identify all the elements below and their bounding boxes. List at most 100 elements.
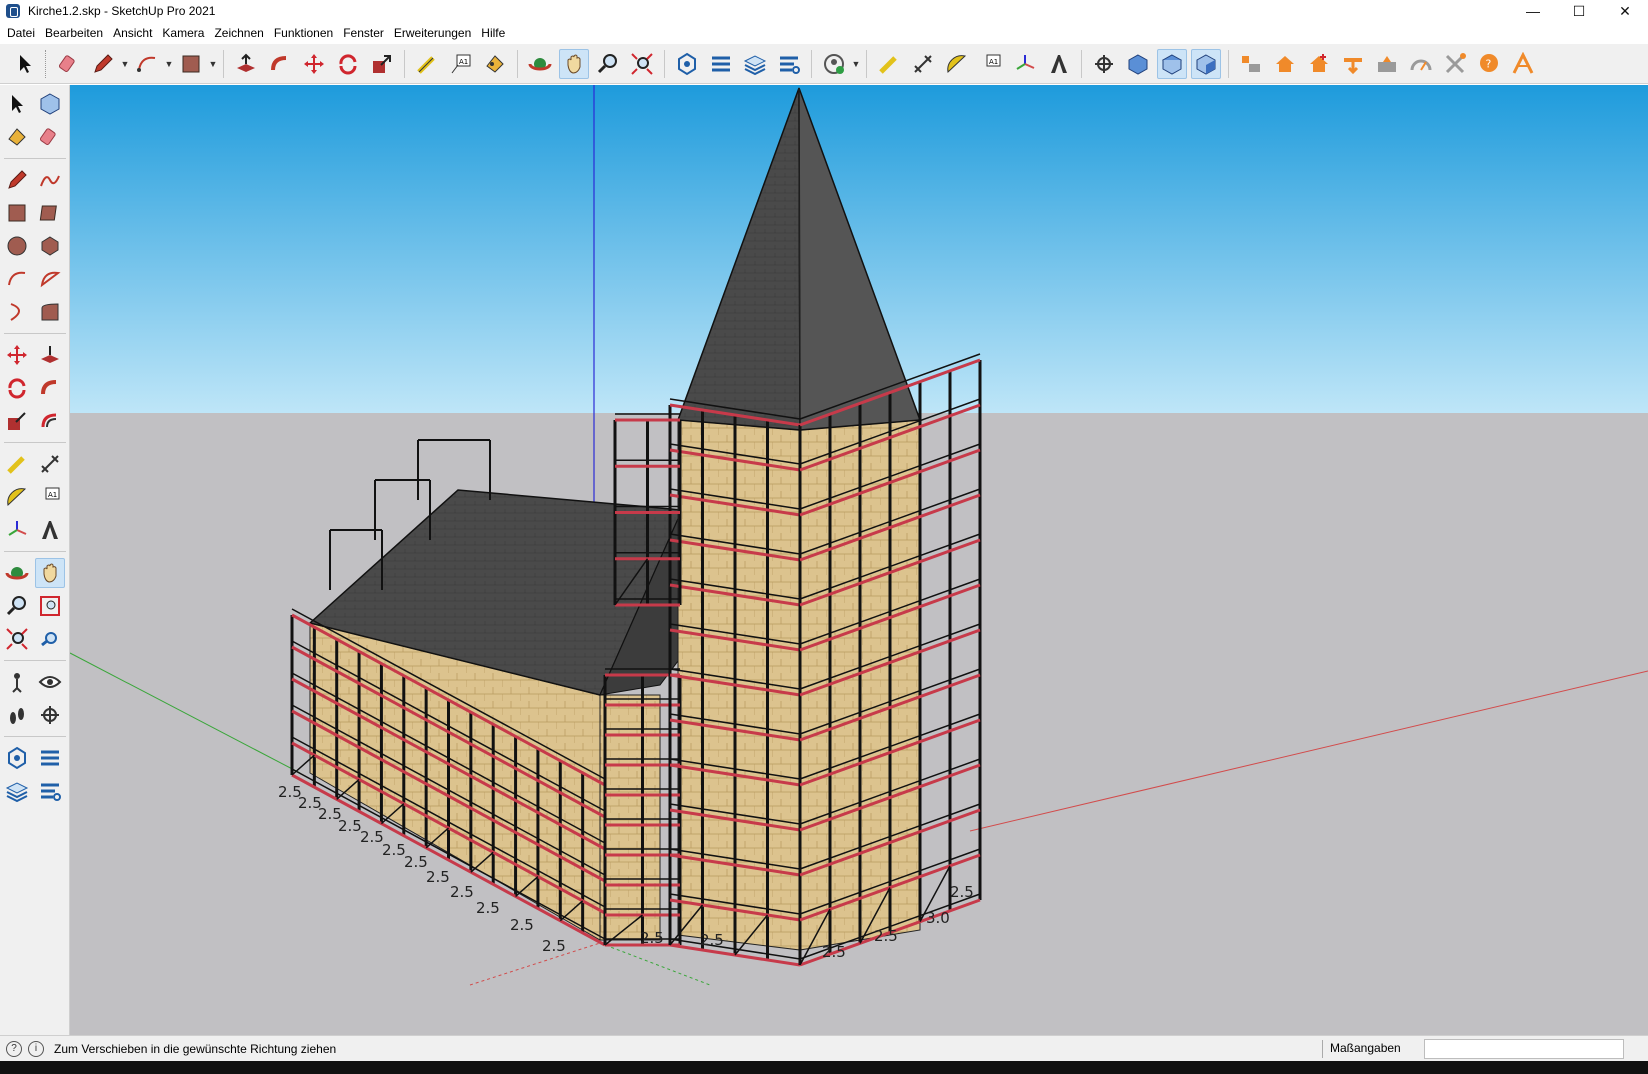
- polygon-icon[interactable]: [35, 231, 65, 261]
- addon-1-icon[interactable]: [1236, 49, 1266, 79]
- tape-icon[interactable]: [2, 449, 32, 479]
- layers-icon[interactable]: [740, 49, 770, 79]
- help-icon[interactable]: ?: [6, 1040, 22, 1057]
- close-button[interactable]: ✕: [1602, 0, 1648, 22]
- measure-icon[interactable]: [874, 49, 904, 79]
- position-camera-icon[interactable]: [2, 667, 32, 697]
- offset2-icon[interactable]: [35, 406, 65, 436]
- addon-9-icon[interactable]: [1508, 49, 1538, 79]
- warehouse-icon[interactable]: [672, 49, 702, 79]
- pushpull-icon[interactable]: [231, 49, 261, 79]
- arc-icon[interactable]: [2, 264, 32, 294]
- menu-funktionen[interactable]: Funktionen: [269, 22, 338, 44]
- minimize-button[interactable]: —: [1510, 0, 1556, 22]
- view-front-icon[interactable]: [1191, 48, 1221, 79]
- pan-icon[interactable]: [35, 558, 65, 588]
- user-dropdown-icon[interactable]: ▼: [851, 59, 861, 69]
- menu-ansicht[interactable]: Ansicht: [108, 22, 157, 44]
- rotate-icon[interactable]: [2, 373, 32, 403]
- text-icon[interactable]: A1: [446, 49, 476, 79]
- rotated-rectangle-icon[interactable]: [35, 198, 65, 228]
- select-icon[interactable]: [10, 49, 40, 79]
- rectangle-dropdown-icon[interactable]: ▼: [208, 59, 218, 69]
- menu-datei[interactable]: Datei: [2, 22, 40, 44]
- zoom-extents-icon[interactable]: [2, 624, 32, 654]
- view-top-icon[interactable]: [1157, 48, 1187, 79]
- component-icon[interactable]: [35, 89, 65, 119]
- offset-icon[interactable]: [35, 297, 65, 327]
- addon-2-icon[interactable]: [1270, 49, 1300, 79]
- extension-icon[interactable]: [35, 743, 65, 773]
- pushpull-icon[interactable]: [35, 340, 65, 370]
- walk-icon[interactable]: [2, 700, 32, 730]
- view-iso-icon[interactable]: [1123, 49, 1153, 79]
- menu-kamera[interactable]: Kamera: [157, 22, 209, 44]
- addon-7-icon[interactable]: [1440, 49, 1470, 79]
- drawing-viewport[interactable]: 2.5 2.5 2.5 2.5 2.5 2.5 2.5 2.5 2.5 2.5 …: [70, 85, 1648, 1035]
- previous-view-icon[interactable]: [35, 624, 65, 654]
- pie-icon[interactable]: [35, 264, 65, 294]
- pencil-icon[interactable]: [2, 165, 32, 195]
- zoom-window-icon[interactable]: [35, 591, 65, 621]
- addon-4-icon[interactable]: [1338, 49, 1368, 79]
- pencil-icon[interactable]: [88, 49, 118, 79]
- arc3-icon[interactable]: [2, 297, 32, 327]
- section-icon[interactable]: [35, 700, 65, 730]
- arc-icon[interactable]: [132, 49, 162, 79]
- eraser-icon[interactable]: [54, 49, 84, 79]
- pencil-dropdown-icon[interactable]: ▼: [120, 59, 130, 69]
- 3dtext-icon[interactable]: [1044, 49, 1074, 79]
- rectangle-icon[interactable]: [176, 49, 206, 79]
- circle-icon[interactable]: [2, 231, 32, 261]
- select-icon[interactable]: [2, 89, 32, 119]
- menu-bearbeiten[interactable]: Bearbeiten: [40, 22, 108, 44]
- orbit-icon[interactable]: [2, 558, 32, 588]
- 3dtext-icon[interactable]: [35, 515, 65, 545]
- extension-manager-icon[interactable]: [774, 49, 804, 79]
- addon-5-icon[interactable]: [1372, 49, 1402, 79]
- protractor-icon[interactable]: [2, 482, 32, 512]
- addon-8-icon[interactable]: ?: [1474, 49, 1504, 79]
- eraser-icon[interactable]: [35, 122, 65, 152]
- scale-icon[interactable]: [2, 406, 32, 436]
- paint-icon[interactable]: [480, 49, 510, 79]
- measurements-input[interactable]: [1424, 1039, 1624, 1059]
- lookaround-icon[interactable]: [35, 667, 65, 697]
- zoom-icon[interactable]: [2, 591, 32, 621]
- addon-3-icon[interactable]: [1304, 49, 1334, 79]
- axes-icon[interactable]: [1010, 49, 1040, 79]
- section-icon[interactable]: [1089, 49, 1119, 79]
- menu-fenster[interactable]: Fenster: [338, 22, 389, 44]
- followme-icon[interactable]: [35, 373, 65, 403]
- extension-manager-icon[interactable]: [35, 776, 65, 806]
- protractor-icon[interactable]: [942, 49, 972, 79]
- text-icon[interactable]: A1: [35, 482, 65, 512]
- pan-icon[interactable]: [559, 48, 589, 79]
- user-icon[interactable]: [819, 49, 849, 79]
- dimension-icon[interactable]: [908, 49, 938, 79]
- menu-hilfe[interactable]: Hilfe: [476, 22, 510, 44]
- maximize-button[interactable]: ☐: [1556, 0, 1602, 22]
- move-icon[interactable]: [299, 49, 329, 79]
- zoom-icon[interactable]: [593, 49, 623, 79]
- axes-icon[interactable]: [2, 515, 32, 545]
- info-icon[interactable]: i: [28, 1040, 44, 1057]
- addon-6-icon[interactable]: [1406, 49, 1436, 79]
- freehand-icon[interactable]: [35, 165, 65, 195]
- followme-icon[interactable]: [265, 49, 295, 79]
- menu-erweiterungen[interactable]: Erweiterungen: [389, 22, 476, 44]
- orbit-icon[interactable]: [525, 49, 555, 79]
- rotate-icon[interactable]: [333, 49, 363, 79]
- dimension-icon[interactable]: [35, 449, 65, 479]
- warehouse-icon[interactable]: [2, 743, 32, 773]
- tape-icon[interactable]: [412, 49, 442, 79]
- arc-dropdown-icon[interactable]: ▼: [164, 59, 174, 69]
- move-icon[interactable]: [2, 340, 32, 370]
- layers-icon[interactable]: [2, 776, 32, 806]
- extension-icon[interactable]: [706, 49, 736, 79]
- scale-icon[interactable]: [367, 49, 397, 79]
- paint-icon[interactable]: [2, 122, 32, 152]
- menu-zeichnen[interactable]: Zeichnen: [209, 22, 268, 44]
- zoom-extents-icon[interactable]: [627, 49, 657, 79]
- rectangle-icon[interactable]: [2, 198, 32, 228]
